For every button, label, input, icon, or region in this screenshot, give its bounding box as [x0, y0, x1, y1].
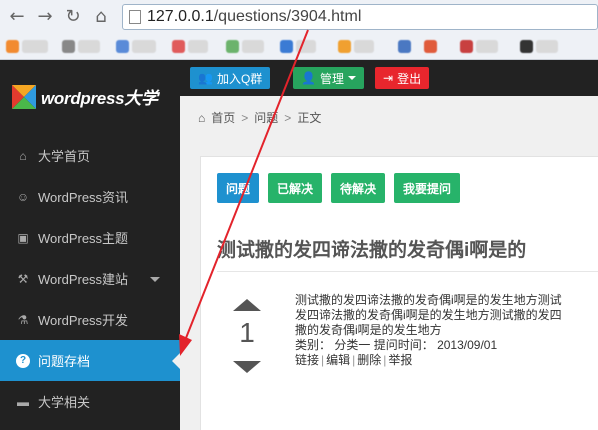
logo-icon — [12, 84, 36, 109]
bookmark-item[interactable] — [116, 38, 156, 54]
bookmark-item[interactable] — [280, 38, 316, 54]
question-icon: ? — [16, 353, 30, 368]
edit-action[interactable]: 编辑 — [326, 353, 350, 367]
sidebar-item-label: WordPress建站 — [38, 272, 129, 287]
time-label: 提问时间： — [373, 338, 434, 352]
logout-icon: ⇥ — [383, 71, 394, 85]
link-action[interactable]: 链接 — [295, 353, 319, 367]
manage-label: 管理 — [319, 71, 344, 86]
delete-action[interactable]: 删除 — [357, 353, 381, 367]
question-actions: 链接 | 编辑 | 删除 | 举报 — [295, 353, 598, 368]
action-separator: | — [321, 353, 325, 367]
browser-chrome: ← → ↻ ⌂ 127.0.0.1/questions/3904.html — [0, 0, 598, 60]
question-tabs: 问题 已解决 待解决 我要提问 — [217, 173, 461, 203]
question-text-line: 发四谛法撒的发奇偶i啊是的发生地方测试撒的发四 — [295, 308, 562, 322]
bookmarks-bar — [0, 34, 598, 58]
forward-icon[interactable]: → — [34, 6, 56, 28]
report-action[interactable]: 举报 — [388, 353, 412, 367]
tab-ask-question[interactable]: 我要提问 — [394, 173, 461, 203]
breadcrumb-home[interactable]: 首页 — [211, 109, 235, 126]
action-separator: | — [352, 353, 356, 367]
page-icon — [129, 10, 141, 24]
vote-down-icon[interactable] — [233, 361, 261, 373]
wrench-icon: ⚒ — [17, 271, 29, 286]
vote-up-icon[interactable] — [233, 299, 261, 311]
smile-icon: ☺ — [16, 189, 30, 204]
time-value: 2013/09/01 — [437, 338, 498, 352]
sidebar-item-question-archive[interactable]: ? 问题存档 — [0, 340, 181, 381]
bookmark-item[interactable] — [424, 38, 437, 54]
breadcrumb-current: 正文 — [297, 111, 322, 125]
sidebar-item-about[interactable]: ▬ 大学相关 — [0, 381, 180, 422]
address-bar[interactable]: 127.0.0.1/questions/3904.html — [122, 4, 598, 30]
tab-solved[interactable]: 已解决 — [268, 173, 323, 203]
url-text: 127.0.0.1/questions/3904.html — [147, 8, 362, 25]
category-label: 类别： — [295, 338, 332, 352]
breadcrumb: ⌂ 首页 > 问题 > 正文 — [198, 109, 321, 126]
home-icon: ⌂ — [198, 110, 206, 125]
logout-label: 登出 — [397, 71, 422, 86]
join-qq-label: 加入Q群 — [216, 71, 263, 86]
question-meta: 类别： 分类一 提问时间： 2013/09/01 — [295, 338, 598, 353]
flask-icon: ⚗ — [17, 312, 29, 327]
top-bar: 👥 加入Q群 👤 管理 ⇥ 登出 — [180, 60, 598, 96]
question-body: 测试撒的发四谛法撒的发奇偶i啊是的发生地方测试 发四谛法撒的发奇偶i啊是的发生地… — [295, 293, 598, 368]
back-icon[interactable]: ← — [6, 6, 28, 28]
home-icon: ⌂ — [19, 148, 27, 163]
join-qq-button[interactable]: 👥 加入Q群 — [190, 67, 271, 89]
chevron-down-icon[interactable] — [150, 277, 160, 282]
logo-text: wordpress大学 — [41, 89, 158, 108]
breadcrumb-questions[interactable]: 问题 — [254, 109, 278, 126]
action-separator: | — [383, 353, 387, 367]
bookmark-item[interactable] — [172, 38, 208, 54]
sidebar-item-label: 问题存档 — [38, 354, 91, 369]
user-icon: 👤 — [301, 71, 316, 85]
main-content: ⌂ 首页 > 问题 > 正文 问题 已解决 待解决 我要提问 测试撒的发四谛法撒… — [180, 96, 598, 430]
users-icon: 👥 — [198, 71, 213, 85]
sidebar-item-news[interactable]: ☺ WordPress资讯 — [0, 176, 180, 217]
vote-widget: 1 — [233, 299, 261, 379]
manage-button[interactable]: 👤 管理 — [293, 67, 364, 89]
sidebar-item-label: WordPress资讯 — [38, 190, 129, 205]
vote-count: 1 — [239, 317, 255, 348]
picture-icon: ▣ — [17, 230, 29, 245]
divider — [217, 271, 598, 272]
question-text-line: 撒的发奇偶i啊是的发生地方 — [295, 323, 442, 337]
bookmark-item[interactable] — [460, 38, 498, 54]
question-text-line: 测试撒的发四谛法撒的发奇偶i啊是的发生地方测试 — [295, 293, 562, 307]
laptop-icon: ▬ — [17, 394, 29, 409]
site-logo[interactable]: wordpress大学 — [12, 84, 158, 109]
bookmark-item[interactable] — [62, 38, 100, 54]
question-title: 测试撒的发四谛法撒的发奇偶i啊是的 — [217, 240, 527, 261]
breadcrumb-separator: > — [284, 110, 292, 125]
logout-button[interactable]: ⇥ 登出 — [375, 67, 430, 89]
home-icon[interactable]: ⌂ — [90, 6, 112, 28]
bookmark-item[interactable] — [226, 38, 264, 54]
sidebar-menu: ⌂ 大学首页 ☺ WordPress资讯 ▣ WordPress主题 ⚒ Wor… — [0, 135, 181, 422]
sidebar-item-label: WordPress开发 — [38, 313, 129, 328]
bookmark-item[interactable] — [6, 38, 48, 54]
sidebar-item-home[interactable]: ⌂ 大学首页 — [0, 135, 180, 176]
tab-unsolved[interactable]: 待解决 — [331, 173, 386, 203]
sidebar-item-themes[interactable]: ▣ WordPress主题 — [0, 217, 180, 258]
sidebar: wordpress大学 ⌂ 大学首页 ☺ WordPress资讯 ▣ WordP… — [0, 60, 181, 430]
bookmark-item[interactable] — [398, 38, 411, 54]
sidebar-item-label: 大学相关 — [38, 395, 91, 410]
sidebar-item-label: 大学首页 — [38, 149, 91, 164]
sidebar-item-label: WordPress主题 — [38, 231, 129, 246]
category-link[interactable]: 分类一 — [334, 338, 370, 352]
chevron-down-icon — [347, 76, 356, 80]
tab-questions[interactable]: 问题 — [217, 173, 260, 203]
bookmark-item[interactable] — [338, 38, 374, 54]
sidebar-item-development[interactable]: ⚗ WordPress开发 — [0, 299, 180, 340]
question-panel: 问题 已解决 待解决 我要提问 测试撒的发四谛法撒的发奇偶i啊是的 1 测试撒的… — [200, 156, 598, 430]
sidebar-item-site-building[interactable]: ⚒ WordPress建站 — [0, 258, 180, 299]
reload-icon[interactable]: ↻ — [62, 6, 84, 28]
bookmark-item[interactable] — [520, 38, 558, 54]
breadcrumb-separator: > — [241, 110, 249, 125]
